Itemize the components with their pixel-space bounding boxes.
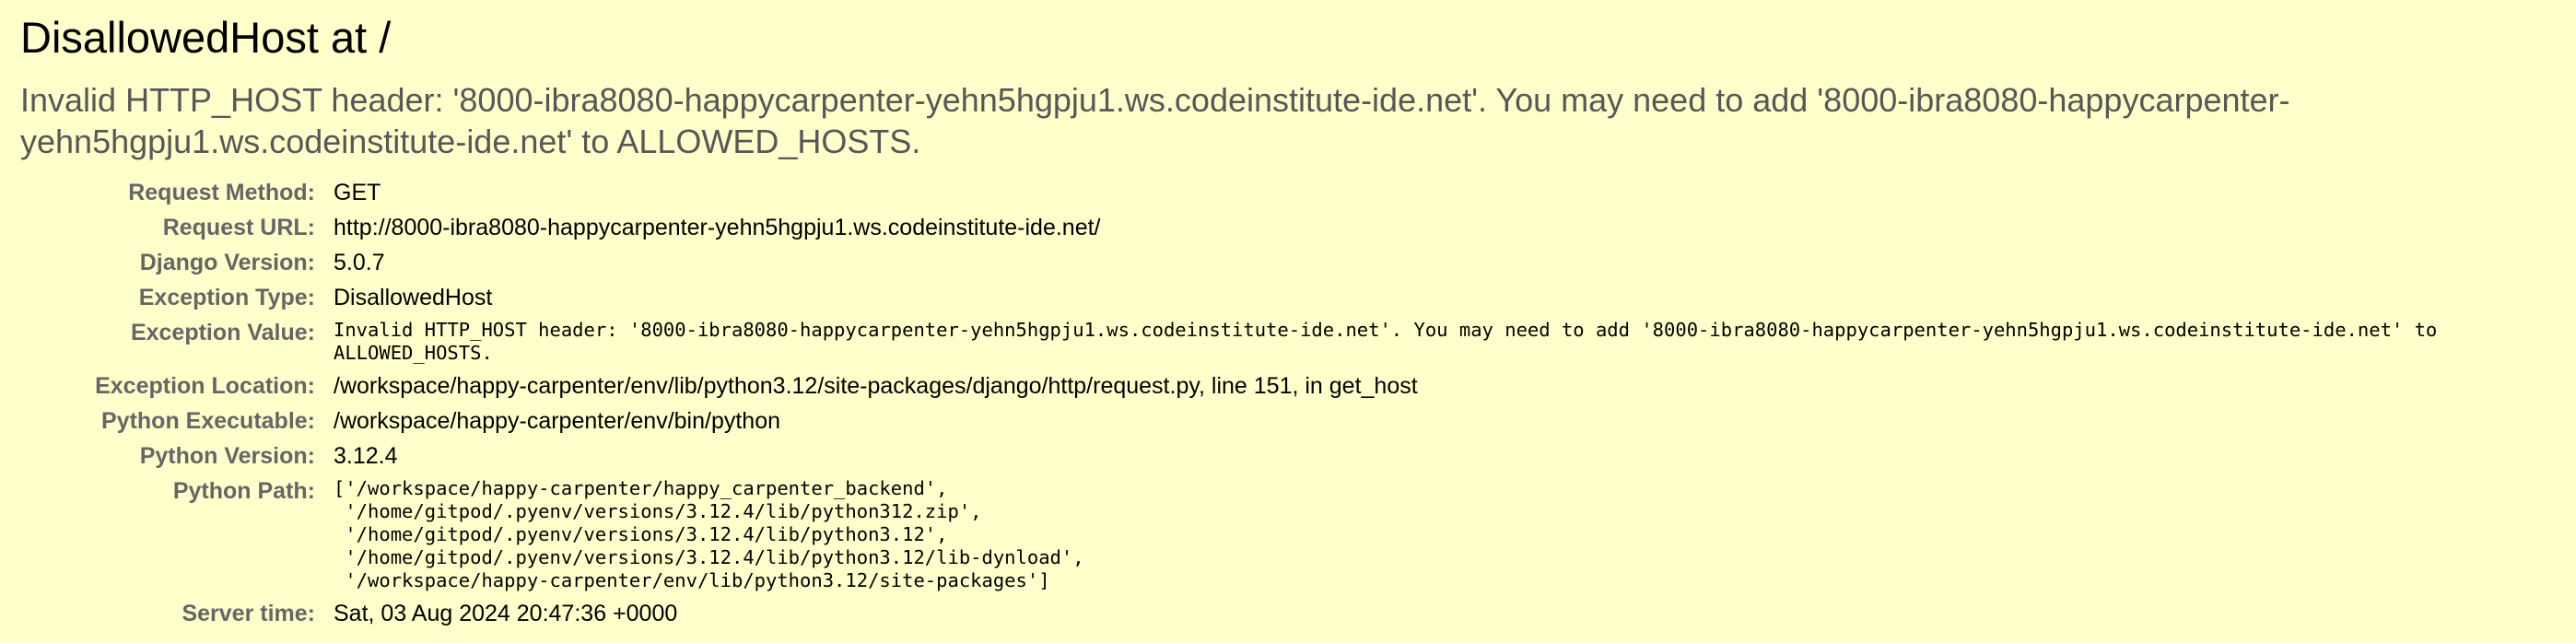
python-path-text: ['/workspace/happy-carpenter/happy_carpe… <box>334 477 1084 591</box>
meta-row-exception-location: Exception Location: /workspace/happy-car… <box>20 368 2545 403</box>
meta-label: Exception Type: <box>138 285 315 310</box>
meta-row-exception-type: Exception Type: DisallowedHost <box>20 280 2545 315</box>
meta-value: 3.12.4 <box>334 443 398 469</box>
meta-row-python-path: Python Path: ['/workspace/happy-carpente… <box>20 473 2545 596</box>
meta-label: Django Version: <box>139 250 315 275</box>
meta-row-exception-value: Exception Value: Invalid HTTP_HOST heade… <box>20 315 2545 368</box>
meta-row-django-version: Django Version: 5.0.7 <box>20 245 2545 280</box>
meta-value: /workspace/happy-carpenter/env/lib/pytho… <box>334 373 1418 399</box>
meta-label: Python Version: <box>139 443 315 469</box>
meta-row-request-url: Request URL: http://8000-ibra8080-happyc… <box>20 210 2545 245</box>
meta-label: Python Path: <box>172 478 315 504</box>
meta-label: Exception Location: <box>95 373 315 399</box>
meta-value: GET <box>334 180 381 205</box>
meta-label: Request Method: <box>128 180 315 205</box>
meta-value: /workspace/happy-carpenter/env/bin/pytho… <box>334 408 781 434</box>
meta-value-cell: Invalid HTTP_HOST header: '8000-ibra8080… <box>334 315 2545 368</box>
meta-label: Python Executable: <box>101 408 315 434</box>
meta-label: Request URL: <box>162 215 315 240</box>
meta-label: Server time: <box>181 601 315 626</box>
exception-value-text: Invalid HTTP_HOST header: '8000-ibra8080… <box>334 319 2449 364</box>
error-summary: DisallowedHost at / Invalid HTTP_HOST he… <box>0 0 2576 631</box>
request-meta-table: Request Method: GET Request URL: http://… <box>20 175 2545 631</box>
meta-row-request-method: Request Method: GET <box>20 175 2545 210</box>
page-title: DisallowedHost at / <box>20 13 392 62</box>
meta-row-python-version: Python Version: 3.12.4 <box>20 438 2545 473</box>
meta-value: http://8000-ibra8080-happycarpenter-yehn… <box>334 215 1101 240</box>
meta-value: DisallowedHost <box>334 285 493 310</box>
meta-row-python-executable: Python Executable: /workspace/happy-carp… <box>20 403 2545 438</box>
error-message: Invalid HTTP_HOST header: '8000-ibra8080… <box>20 81 2290 160</box>
meta-value: Sat, 03 Aug 2024 20:47:36 +0000 <box>334 601 678 626</box>
meta-row-server-time: Server time: Sat, 03 Aug 2024 20:47:36 +… <box>20 596 2545 631</box>
meta-label: Exception Value: <box>130 320 315 345</box>
meta-value-cell: ['/workspace/happy-carpenter/happy_carpe… <box>334 473 2545 596</box>
meta-value: 5.0.7 <box>334 250 385 275</box>
